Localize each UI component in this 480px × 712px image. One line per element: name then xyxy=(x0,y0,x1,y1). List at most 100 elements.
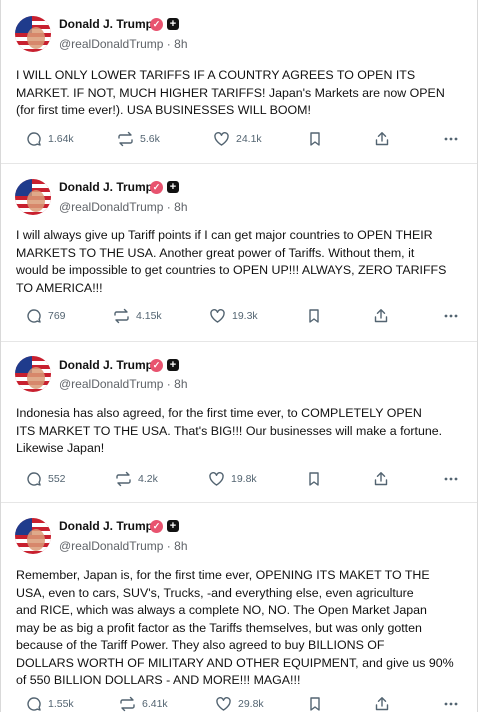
retruth-count: 6.41k xyxy=(142,698,168,710)
more-button[interactable] xyxy=(443,468,459,490)
bookmark-button[interactable] xyxy=(307,468,321,490)
action-bar: 769 4.15k 19.3k xyxy=(1,305,477,327)
plus-icon[interactable]: + xyxy=(167,18,179,30)
handle-text: @realDonaldTrump xyxy=(59,200,164,214)
post-time[interactable]: 8h xyxy=(174,200,187,214)
author-name[interactable]: Donald J. Trump xyxy=(59,180,153,194)
plus-icon[interactable]: + xyxy=(167,520,179,532)
repost-icon xyxy=(116,471,131,487)
reply-count: 1.55k xyxy=(48,698,74,710)
like-button[interactable]: 19.3k xyxy=(209,305,258,327)
reply-button[interactable]: 769 xyxy=(26,305,66,327)
verified-badge-icon: ✓ xyxy=(150,359,163,372)
share-button[interactable] xyxy=(374,693,390,712)
repost-icon xyxy=(120,696,135,712)
post-text: I WILL ONLY LOWER TARIFFS IF A COUNTRY A… xyxy=(16,68,445,117)
reply-button[interactable]: 1.55k xyxy=(26,693,74,712)
like-count: 29.8k xyxy=(238,698,264,710)
reply-count: 552 xyxy=(48,473,66,485)
more-icon xyxy=(444,702,458,706)
post-text: I will always give up Tariff points if I… xyxy=(16,228,447,295)
retruth-button[interactable]: 6.41k xyxy=(119,693,168,712)
share-icon xyxy=(375,697,389,711)
handle-text: @realDonaldTrump xyxy=(59,539,164,553)
share-button[interactable] xyxy=(373,305,389,327)
share-icon xyxy=(375,132,389,146)
bookmark-icon xyxy=(310,697,320,711)
action-bar: 552 4.2k 19.8k xyxy=(1,468,477,490)
share-icon xyxy=(374,309,388,323)
verified-badge-icon: ✓ xyxy=(150,18,163,31)
bookmark-icon xyxy=(310,132,320,146)
more-button[interactable] xyxy=(443,693,459,712)
like-button[interactable]: 19.8k xyxy=(208,468,257,490)
reply-icon xyxy=(27,697,41,711)
more-button[interactable] xyxy=(443,128,459,150)
author-name[interactable]: Donald J. Trump xyxy=(59,17,153,31)
bookmark-icon xyxy=(309,309,319,323)
heart-icon xyxy=(210,309,225,323)
post-time[interactable]: 8h xyxy=(174,377,187,391)
reply-icon xyxy=(27,472,41,486)
avatar[interactable] xyxy=(15,16,51,52)
retruth-button[interactable]: 4.2k xyxy=(115,468,158,490)
author-handle[interactable]: @realDonaldTrump · 8h xyxy=(59,37,188,51)
heart-icon xyxy=(214,132,229,146)
plus-icon[interactable]: + xyxy=(167,359,179,371)
retruth-count: 5.6k xyxy=(140,133,160,145)
avatar[interactable] xyxy=(15,179,51,215)
plus-icon[interactable]: + xyxy=(167,181,179,193)
action-bar: 1.64k 5.6k 24.1k xyxy=(1,128,477,150)
like-count: 19.8k xyxy=(231,473,257,485)
like-count: 19.3k xyxy=(232,310,258,322)
author-name[interactable]: Donald J. Trump xyxy=(59,358,153,372)
share-button[interactable] xyxy=(374,128,390,150)
retruth-button[interactable]: 5.6k xyxy=(117,128,160,150)
verified-badge-icon: ✓ xyxy=(150,520,163,533)
post-card[interactable]: Donald J. Trump ✓ + @realDonaldTrump · 8… xyxy=(1,164,477,340)
heart-icon xyxy=(216,697,231,711)
bookmark-icon xyxy=(309,472,319,486)
author-handle[interactable]: @realDonaldTrump · 8h xyxy=(59,200,188,214)
verified-badge-icon: ✓ xyxy=(150,181,163,194)
more-icon xyxy=(444,137,458,141)
post-time[interactable]: 8h xyxy=(174,37,187,51)
retruth-count: 4.2k xyxy=(138,473,158,485)
more-icon xyxy=(444,477,458,481)
reply-icon xyxy=(27,132,41,146)
like-button[interactable]: 24.1k xyxy=(213,128,262,150)
bookmark-button[interactable] xyxy=(308,693,322,712)
post-time[interactable]: 8h xyxy=(174,539,187,553)
post-card[interactable]: Donald J. Trump ✓ + @realDonaldTrump · 8… xyxy=(1,342,477,502)
reply-icon xyxy=(27,309,41,323)
repost-icon xyxy=(114,308,129,324)
action-bar: 1.55k 6.41k 29.8k xyxy=(1,693,477,712)
post-text: Indonesia has also agreed, for the first… xyxy=(16,406,443,455)
author-handle[interactable]: @realDonaldTrump · 8h xyxy=(59,539,188,553)
share-button[interactable] xyxy=(373,468,389,490)
handle-text: @realDonaldTrump xyxy=(59,37,164,51)
author-handle[interactable]: @realDonaldTrump · 8h xyxy=(59,377,188,391)
post-card[interactable]: Donald J. Trump ✓ + @realDonaldTrump · 8… xyxy=(1,0,477,163)
post-card[interactable]: Donald J. Trump ✓ + @realDonaldTrump · 8… xyxy=(1,503,477,712)
bookmark-button[interactable] xyxy=(307,305,321,327)
share-icon xyxy=(374,472,388,486)
reply-button[interactable]: 1.64k xyxy=(26,128,74,150)
like-count: 24.1k xyxy=(236,133,262,145)
feed: Donald J. Trump ✓ + @realDonaldTrump · 8… xyxy=(0,0,478,712)
reply-button[interactable]: 552 xyxy=(26,468,66,490)
avatar[interactable] xyxy=(15,356,51,392)
avatar[interactable] xyxy=(15,518,51,554)
like-button[interactable]: 29.8k xyxy=(215,693,264,712)
more-button[interactable] xyxy=(443,305,459,327)
author-name[interactable]: Donald J. Trump xyxy=(59,519,153,533)
bookmark-button[interactable] xyxy=(308,128,322,150)
heart-icon xyxy=(209,472,224,486)
handle-text: @realDonaldTrump xyxy=(59,377,164,391)
post-text: Remember, Japan is, for the first time e… xyxy=(16,568,454,687)
repost-icon xyxy=(118,131,133,147)
retruth-button[interactable]: 4.15k xyxy=(113,305,162,327)
reply-count: 1.64k xyxy=(48,133,74,145)
reply-count: 769 xyxy=(48,310,66,322)
more-icon xyxy=(444,314,458,318)
